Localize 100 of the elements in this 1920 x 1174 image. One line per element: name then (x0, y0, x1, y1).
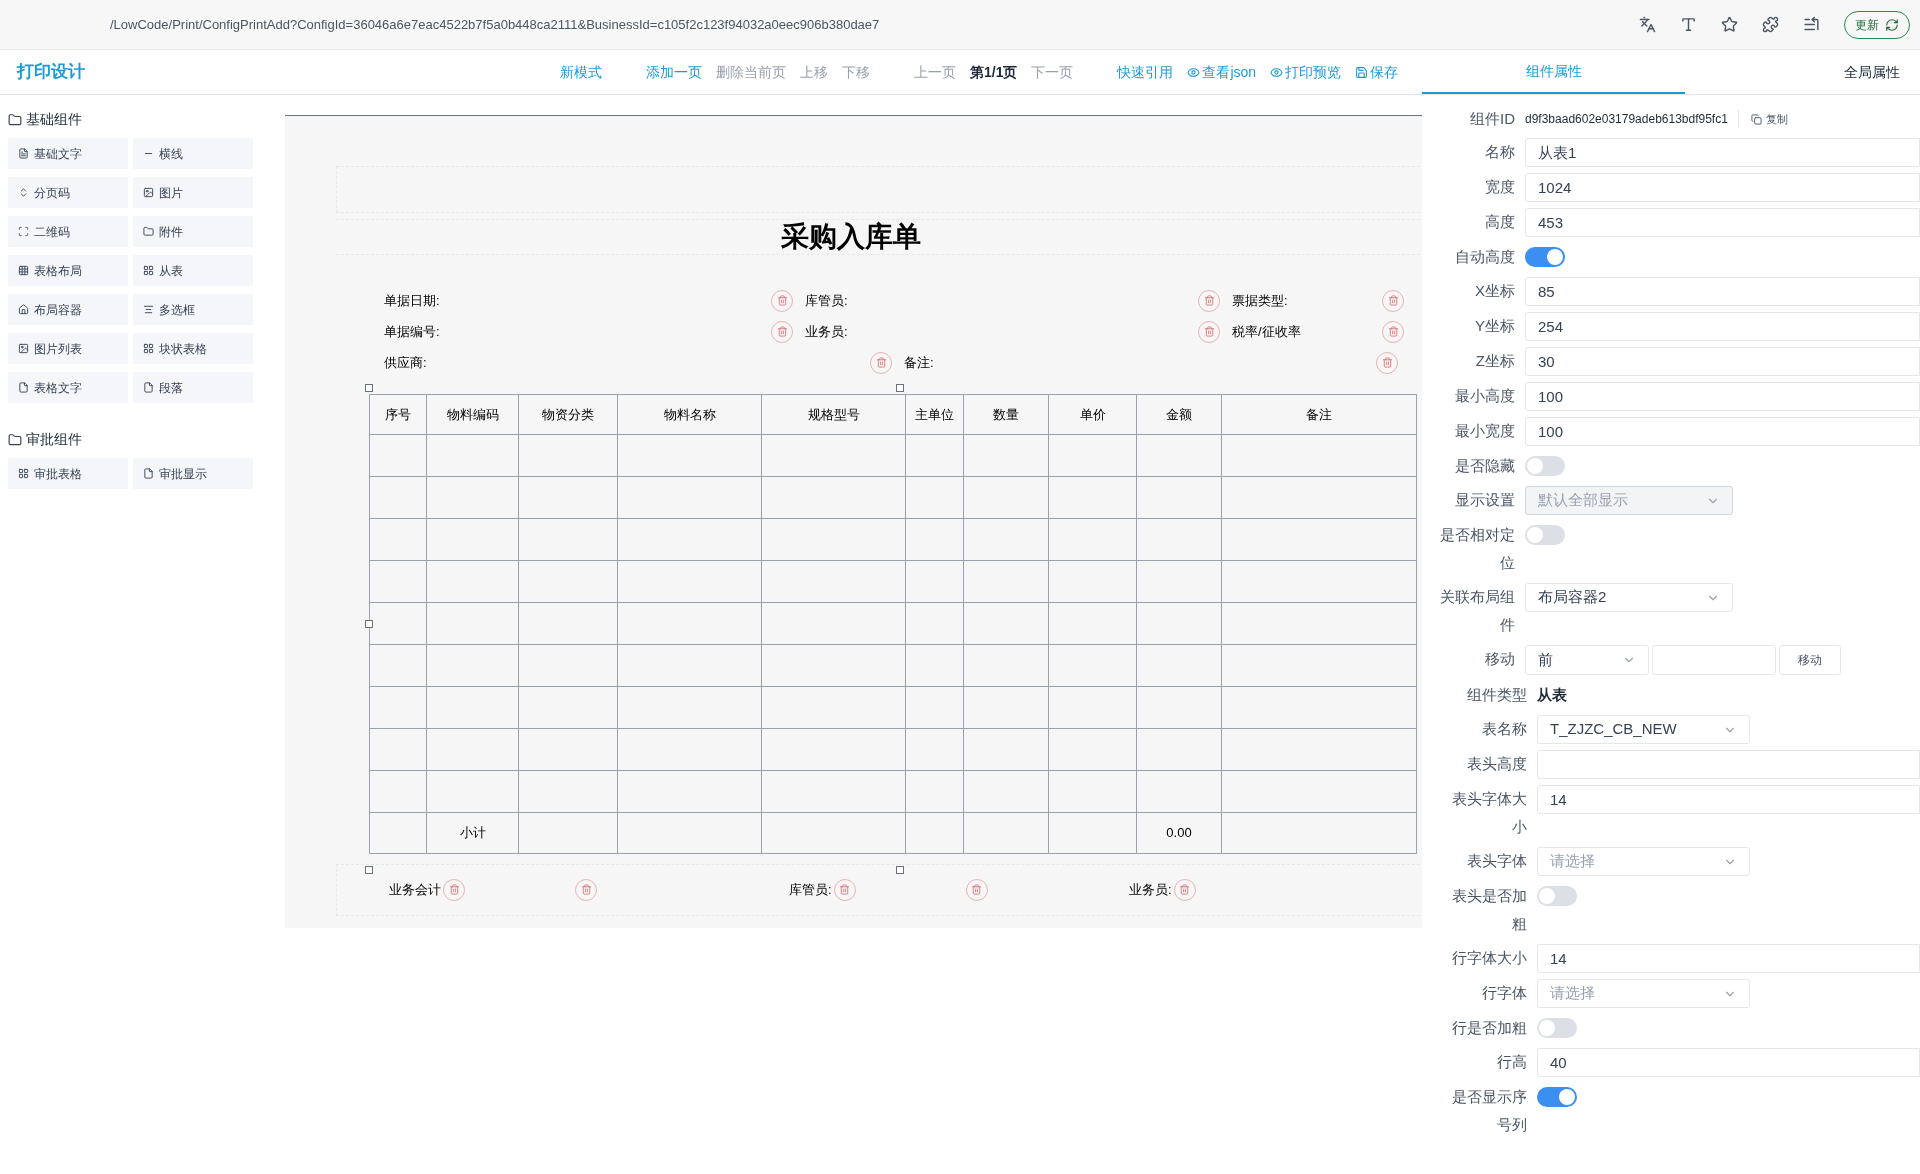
title-container[interactable]: 采购入库单 (336, 219, 1422, 255)
component-item[interactable]: 分页码 (8, 177, 128, 208)
component-item[interactable]: 图片 (133, 177, 253, 208)
field-label: 宽度 (1484, 177, 1516, 197)
copy-button[interactable]: 复制 (1750, 110, 1788, 128)
component-item[interactable]: 多选框 (133, 294, 253, 325)
field-label: 显示设置 (1454, 490, 1516, 510)
field-label: 关联布局组件 (1439, 587, 1516, 635)
text-field[interactable]: 85 (1525, 277, 1920, 306)
text-field[interactable]: 40 (1537, 1048, 1920, 1077)
text-field[interactable]: 100 (1525, 382, 1920, 411)
input-field[interactable] (1652, 645, 1776, 675)
copy-icon (1750, 113, 1762, 125)
field-label: 业务员: (805, 322, 848, 341)
text-field[interactable] (1537, 750, 1920, 779)
column-header: 物料编码 (426, 394, 519, 435)
toggle-switch[interactable] (1525, 456, 1565, 476)
component-item[interactable]: 表格文字 (8, 372, 128, 403)
component-item[interactable]: 布局容器 (8, 294, 128, 325)
section-title: 基础组件 (26, 110, 82, 129)
resize-handle[interactable] (365, 866, 373, 874)
document-title: 采购入库单 (780, 220, 922, 254)
scan-icon (18, 226, 29, 237)
section-title: 审批组件 (26, 430, 82, 449)
component-item[interactable]: 图片列表 (8, 333, 128, 364)
resize-handle[interactable] (365, 620, 373, 628)
address-bar-url[interactable]: /LowCode/Print/ConfigPrintAdd?ConfigId=36046a6e7eac4522b7f5a0b448ca2111&BusinessId=c105f2c123f94032a0eec906b380dae7 (110, 14, 1615, 35)
folder-icon (8, 112, 22, 127)
panel-tab[interactable]: 全局属性 (1685, 50, 1920, 94)
grid-icon (143, 343, 154, 354)
grid-icon (18, 265, 29, 276)
column-header: 单价 (1048, 394, 1137, 435)
grid-icon (143, 265, 154, 276)
field-label: 库管员: (805, 291, 848, 310)
table-cell: 0.00 (1166, 825, 1192, 841)
folder-icon (143, 226, 154, 237)
toggle-switch[interactable] (1537, 1018, 1577, 1038)
text-field[interactable]: 30 (1525, 347, 1920, 376)
toolbar-button[interactable]: 第1/1页 (970, 61, 1018, 83)
app-title: 打印设计 (15, 61, 86, 84)
document-icon (18, 148, 29, 159)
column-header: 金额 (1136, 394, 1222, 435)
field-label: 表头是否加粗 (1451, 886, 1528, 934)
resize-handle[interactable] (365, 384, 373, 392)
column-header: 备注 (1221, 394, 1417, 435)
field-label: 最小高度 (1454, 386, 1516, 406)
field-label: 业务会计 (389, 881, 441, 900)
lines-icon (143, 304, 154, 315)
text-icon[interactable] (1680, 16, 1697, 33)
component-item[interactable]: 表格布局 (8, 255, 128, 286)
text-field[interactable]: 254 (1525, 312, 1920, 341)
field-label: 是否相对定位 (1439, 525, 1516, 573)
component-item[interactable]: 附件 (133, 216, 253, 247)
component-item[interactable]: 从表 (133, 255, 253, 286)
star-icon[interactable] (1721, 16, 1738, 33)
field-value: 从表 (1537, 685, 1567, 705)
move-button[interactable]: 移动 (1779, 645, 1841, 675)
text-field[interactable]: 100 (1525, 417, 1920, 446)
component-item[interactable]: 段落 (133, 372, 253, 403)
up-down-icon (18, 187, 29, 198)
select-field[interactable]: T_ZJZC_CB_NEW (1537, 715, 1750, 744)
component-item[interactable]: 二维码 (8, 216, 128, 247)
field-label: 备注: (904, 353, 934, 372)
layout-container[interactable] (336, 166, 1422, 213)
field-label: 组件类型 (1466, 685, 1528, 705)
list-icon[interactable] (1803, 16, 1820, 33)
column-header: 物料名称 (617, 394, 762, 435)
field-label: 行高 (1496, 1052, 1528, 1072)
toggle-switch[interactable] (1537, 886, 1577, 906)
field-label: 单据编号: (384, 322, 440, 341)
column-header: 主单位 (905, 394, 964, 435)
translate-icon[interactable] (1639, 16, 1656, 33)
toggle-switch[interactable] (1525, 247, 1565, 267)
field-label: 名称 (1484, 142, 1516, 162)
component-item[interactable]: 横线 (133, 138, 253, 169)
field-value: d9f3baad602e03179adeb613bdf95fc1 (1525, 110, 1739, 128)
text-field[interactable]: 14 (1537, 944, 1920, 973)
field-label: 最小宽度 (1454, 421, 1516, 441)
component-item[interactable]: 基础文字 (8, 138, 128, 169)
file-icon (143, 468, 154, 479)
select-field[interactable]: 布局容器2 (1525, 583, 1733, 612)
puzzle-icon[interactable] (1762, 16, 1779, 33)
text-field[interactable]: 从表1 (1525, 138, 1920, 167)
component-item[interactable]: 块状表格 (133, 333, 253, 364)
field-label: Z坐标 (1474, 351, 1516, 371)
component-item[interactable]: 审批显示 (133, 458, 253, 489)
component-item[interactable]: 审批表格 (8, 458, 128, 489)
field-label: 组件ID (1469, 109, 1516, 129)
file-icon (143, 382, 154, 393)
text-field[interactable]: 453 (1525, 208, 1920, 237)
field-label: 表名称 (1481, 719, 1528, 739)
toggle-switch[interactable] (1525, 525, 1565, 545)
text-field[interactable]: 14 (1537, 785, 1920, 814)
text-field[interactable]: 1024 (1525, 173, 1920, 202)
resize-handle[interactable] (896, 384, 904, 392)
image-icon (18, 343, 29, 354)
select-field[interactable]: 前 (1525, 645, 1649, 675)
field-label: 业务员: (1129, 881, 1172, 900)
toggle-switch[interactable] (1537, 1087, 1577, 1107)
resize-handle[interactable] (896, 866, 904, 874)
